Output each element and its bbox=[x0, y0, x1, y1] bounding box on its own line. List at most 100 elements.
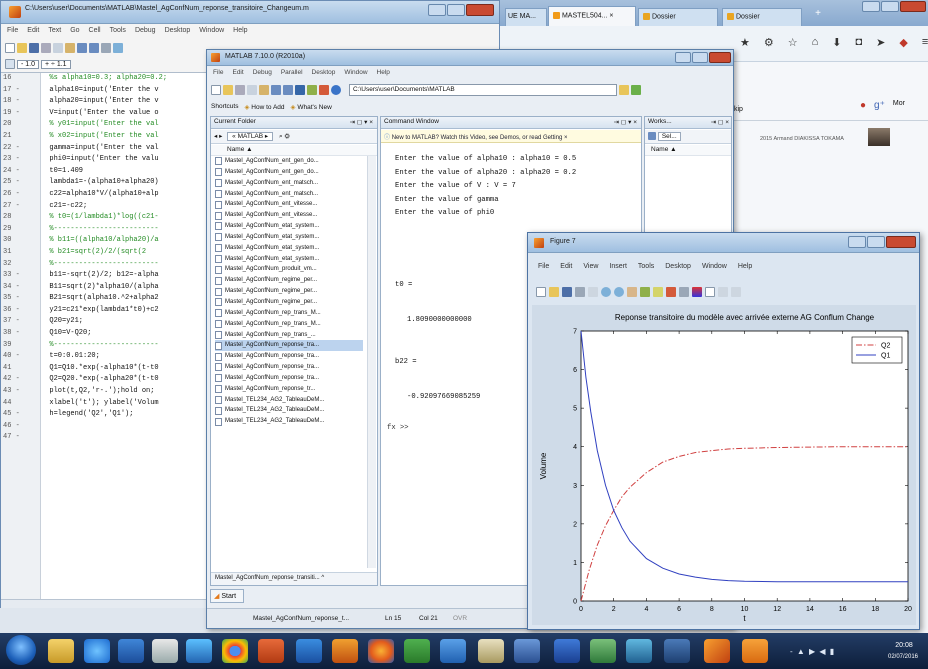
brush-icon[interactable] bbox=[666, 287, 676, 297]
file-list-scrollbar[interactable] bbox=[367, 156, 376, 568]
clock-date[interactable]: 02/07/2016 bbox=[880, 654, 926, 660]
open-icon[interactable] bbox=[549, 287, 559, 297]
menu-help[interactable]: Help bbox=[233, 27, 247, 37]
browser-tab[interactable]: Dossier bbox=[638, 8, 718, 26]
file-list-item[interactable]: Mastel_AgConfNum_produit_vm... bbox=[215, 264, 363, 275]
menu-insert[interactable]: Insert bbox=[609, 263, 627, 273]
open-folder-icon[interactable] bbox=[17, 43, 27, 53]
app-icon[interactable] bbox=[590, 639, 616, 663]
colorbar-icon[interactable] bbox=[692, 287, 702, 297]
file-list-item[interactable]: Mastel_AgConfNum_etat_system... bbox=[215, 243, 363, 254]
file-list-item[interactable]: Mastel_TEL234_AG2_TableauDeM... bbox=[215, 405, 363, 416]
code-line[interactable]: alpha10=input('Enter the v bbox=[41, 85, 201, 97]
new-file-icon[interactable] bbox=[5, 43, 15, 53]
print-icon[interactable] bbox=[101, 43, 111, 53]
more-label[interactable]: Mor bbox=[893, 100, 905, 111]
file-list-item[interactable]: Mastel_AgConfNum_rep_trans_M... bbox=[215, 319, 363, 330]
plot-area[interactable] bbox=[580, 330, 909, 602]
app-icon[interactable] bbox=[626, 639, 652, 663]
settings-icon[interactable]: ⚙ bbox=[764, 36, 774, 49]
file-list-item[interactable]: Mastel_AgConfNum_etat_system... bbox=[215, 232, 363, 243]
panel-controls[interactable]: ⇥ ◻ × bbox=[711, 118, 729, 126]
redo-icon[interactable] bbox=[89, 43, 99, 53]
explorer-app-icon[interactable] bbox=[118, 639, 144, 663]
menu-edit[interactable]: Edit bbox=[560, 263, 572, 273]
cut-icon[interactable] bbox=[235, 85, 245, 95]
details-bar[interactable]: Mastel_AgConfNum_reponse_transiti... ^ bbox=[211, 572, 377, 585]
app-icon[interactable] bbox=[514, 639, 540, 663]
file-list-item[interactable]: Mastel_AgConfNum_etat_system... bbox=[215, 254, 363, 265]
clock-time[interactable]: 20:08 bbox=[884, 642, 924, 649]
close-button[interactable] bbox=[709, 52, 731, 63]
menu-file[interactable]: File bbox=[7, 27, 18, 37]
menu-tools[interactable]: Tools bbox=[110, 27, 126, 37]
print-icon[interactable] bbox=[575, 287, 585, 297]
file-list-item[interactable]: Mastel_AgConfNum_ent_vitesse... bbox=[215, 199, 363, 210]
shield-icon[interactable]: ◘ bbox=[856, 36, 863, 49]
app-icon[interactable] bbox=[296, 639, 322, 663]
new-tab-button[interactable]: + bbox=[810, 8, 826, 24]
help-icon[interactable] bbox=[331, 85, 341, 95]
code-line[interactable]: h=legend('Q2','Q1'); bbox=[41, 409, 201, 421]
send-icon[interactable]: ➤ bbox=[876, 36, 885, 49]
save-icon[interactable] bbox=[29, 43, 39, 53]
gplus-icon[interactable]: g⁺ bbox=[874, 100, 885, 111]
workspace-name-col[interactable]: Name ▲ bbox=[645, 145, 731, 156]
menu-cell[interactable]: Cell bbox=[89, 27, 101, 37]
zoom-out-icon[interactable] bbox=[614, 287, 624, 297]
menu-edit[interactable]: Edit bbox=[27, 27, 39, 37]
new-file-icon[interactable] bbox=[211, 85, 221, 95]
app-icon[interactable] bbox=[258, 639, 284, 663]
word-app-icon[interactable] bbox=[554, 639, 580, 663]
menu-edit[interactable]: Edit bbox=[232, 69, 243, 78]
browser-tab-active[interactable]: MASTEL504... × bbox=[548, 6, 636, 26]
app-icon[interactable] bbox=[664, 639, 690, 663]
paste-icon[interactable] bbox=[259, 85, 269, 95]
paste-icon[interactable] bbox=[65, 43, 75, 53]
file-list-item[interactable]: Mastel_AgConfNum_rep_trans_... bbox=[215, 330, 363, 341]
go-up-icon[interactable] bbox=[631, 85, 641, 95]
code-line[interactable]: %s alpha10=0.3; alpha20=0.2; bbox=[41, 73, 201, 85]
undo-icon[interactable] bbox=[77, 43, 87, 53]
close-button[interactable] bbox=[886, 236, 916, 248]
code-line[interactable]: % t0=(1/lambda1)*log((c21- bbox=[41, 212, 201, 224]
simulink-icon[interactable] bbox=[295, 85, 305, 95]
find-icon[interactable] bbox=[113, 43, 123, 53]
matlab-app-icon[interactable] bbox=[704, 639, 730, 663]
start-button[interactable]: ◢ Start bbox=[210, 589, 244, 603]
pointer-icon[interactable] bbox=[588, 287, 598, 297]
menu-icon[interactable]: ≡ bbox=[922, 36, 928, 49]
close-button[interactable] bbox=[466, 4, 494, 16]
vlc-app-icon[interactable] bbox=[742, 639, 768, 663]
start-orb[interactable] bbox=[6, 635, 36, 665]
menu-window[interactable]: Window bbox=[344, 69, 367, 78]
code-line[interactable]: %------------------------- bbox=[41, 340, 201, 352]
panel-controls[interactable]: ⇥ ◻ ▾ × bbox=[614, 118, 637, 126]
file-list-item[interactable]: Mastel_AgConfNum_rep_trans_M... bbox=[215, 308, 363, 319]
command-prompt[interactable]: fx >> bbox=[387, 423, 409, 435]
cut-icon[interactable] bbox=[41, 43, 51, 53]
cell-icon[interactable] bbox=[5, 59, 15, 69]
chrome-app-icon[interactable] bbox=[222, 639, 248, 663]
maximize-button[interactable] bbox=[867, 236, 885, 248]
file-list-header[interactable]: Name ▲ bbox=[211, 145, 377, 156]
code-line[interactable]: c21=-c22; bbox=[41, 201, 201, 213]
media-app-icon[interactable] bbox=[152, 639, 178, 663]
copy-icon[interactable] bbox=[53, 43, 63, 53]
new-figure-icon[interactable] bbox=[536, 287, 546, 297]
menu-window[interactable]: Window bbox=[702, 263, 727, 273]
show-plot-tools-icon[interactable] bbox=[731, 287, 741, 297]
code-line[interactable]: lambda1=-(alpha10+alpha20) bbox=[41, 177, 201, 189]
menu-tools[interactable]: Tools bbox=[638, 263, 654, 273]
close-button[interactable] bbox=[900, 1, 926, 12]
code-line[interactable]: % y01=input('Enter the val bbox=[41, 119, 201, 131]
code-line[interactable]: % x02=input('Enter the val bbox=[41, 131, 201, 143]
maximize-button[interactable] bbox=[881, 1, 899, 12]
menu-file[interactable]: File bbox=[538, 263, 549, 273]
redo-icon[interactable] bbox=[283, 85, 293, 95]
back-arrow-icon[interactable]: ◂ bbox=[214, 133, 217, 140]
menu-desktop[interactable]: Desktop bbox=[312, 69, 336, 78]
new-variable-icon[interactable] bbox=[648, 132, 656, 140]
code-line[interactable]: phi0=input('Enter the valu bbox=[41, 154, 201, 166]
file-list-item[interactable]: Mastel_AgConfNum_reponse_tra... bbox=[215, 362, 363, 373]
